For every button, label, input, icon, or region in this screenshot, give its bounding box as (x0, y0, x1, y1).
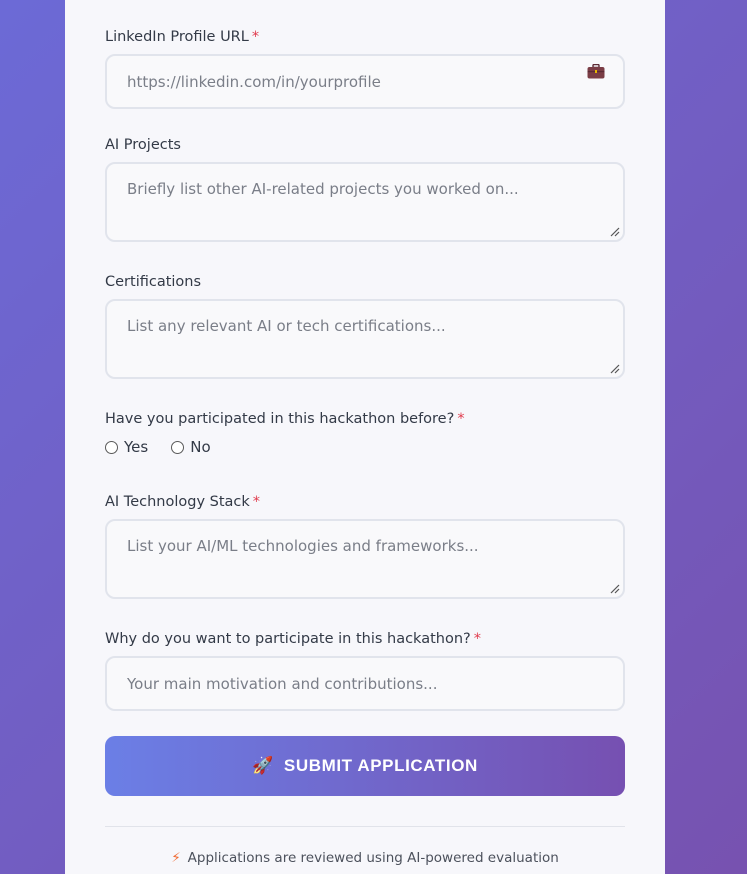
ai-projects-group: AI Projects Briefly list other AI-relate… (105, 136, 625, 242)
lightning-icon: ⚡ (171, 850, 181, 866)
ai-projects-label: AI Projects (105, 137, 181, 153)
required-marker: * (473, 631, 481, 647)
certifications-group: Certifications List any relevant AI or t… (105, 273, 625, 379)
linkedin-url-input[interactable]: https://linkedin.com/in/yourprofile (105, 54, 625, 109)
why-label: Why do you want to participate in this h… (105, 631, 481, 647)
footer-note-text: Applications are reviewed using AI-power… (187, 850, 559, 866)
participated-label: Have you participated in this hackathon … (105, 411, 465, 427)
stack-placeholder: List your AI/ML technologies and framewo… (127, 537, 479, 555)
radio-option-yes[interactable]: Yes (105, 438, 148, 456)
radio-no-label: No (190, 438, 211, 456)
radio-yes[interactable] (105, 440, 118, 454)
required-marker: * (251, 29, 260, 45)
radio-option-no[interactable]: No (171, 438, 211, 456)
ai-projects-textarea[interactable]: Briefly list other AI-related projects y… (105, 162, 625, 242)
radio-yes-label: Yes (124, 438, 149, 456)
stack-textarea[interactable]: List your AI/ML technologies and framewo… (105, 519, 625, 599)
linkedin-label: LinkedIn Profile URL * (105, 29, 260, 45)
stack-label: AI Technology Stack * (105, 494, 261, 510)
linkedin-placeholder: https://linkedin.com/in/yourprofile (127, 72, 381, 91)
why-group: Why do you want to participate in this h… (105, 630, 625, 711)
participated-group: Have you participated in this hackathon … (105, 410, 625, 456)
submit-label: SUBMIT APPLICATION (283, 756, 478, 775)
participated-radio-group: Yes No (105, 438, 625, 456)
linkedin-group: LinkedIn Profile URL * https://linkedin.c… (105, 28, 625, 109)
why-placeholder: Your main motivation and contributions..… (127, 674, 438, 693)
briefcase-icon (587, 64, 605, 79)
certifications-label: Certifications (105, 274, 202, 290)
rocket-icon: 🚀 (252, 756, 274, 775)
certifications-placeholder: List any relevant AI or tech certificati… (127, 317, 446, 335)
resize-handle-icon[interactable] (610, 584, 620, 594)
required-marker: * (457, 411, 465, 427)
certifications-textarea[interactable]: List any relevant AI or tech certificati… (105, 299, 625, 379)
ai-projects-placeholder: Briefly list other AI-related projects y… (127, 180, 519, 198)
footer-note: ⚡ Applications are reviewed using AI-powe… (65, 850, 665, 866)
stack-group: AI Technology Stack * List your AI/ML tec… (105, 493, 625, 599)
divider (105, 826, 625, 827)
radio-no[interactable] (171, 440, 185, 454)
resize-handle-icon[interactable] (610, 227, 620, 237)
application-form-card: LinkedIn Profile URL * https://linkedin.c… (65, 0, 665, 874)
resize-handle-icon[interactable] (610, 364, 620, 374)
why-input[interactable]: Your main motivation and contributions..… (105, 656, 625, 711)
required-marker: * (252, 494, 261, 510)
submit-application-button[interactable]: 🚀 SUBMIT APPLICATION (105, 736, 625, 796)
